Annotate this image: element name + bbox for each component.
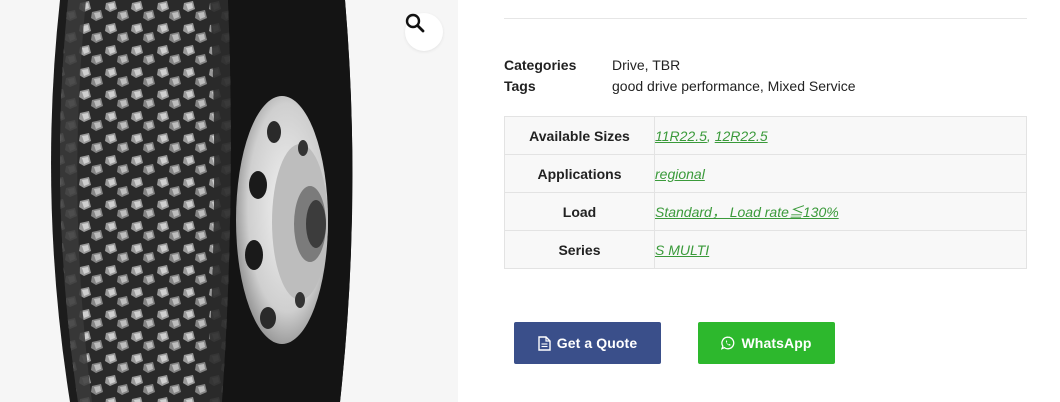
tag-link[interactable]: Mixed Service bbox=[768, 78, 856, 94]
attribute-value: S MULTI bbox=[654, 230, 1027, 269]
tags-label: Tags bbox=[504, 78, 536, 94]
tire-image bbox=[51, 0, 353, 402]
magnifier-icon bbox=[405, 13, 425, 33]
attribute-label: Series bbox=[504, 230, 655, 269]
get-a-quote-label: Get a Quote bbox=[556, 335, 638, 351]
category-link[interactable]: TBR bbox=[652, 57, 680, 73]
size-link[interactable]: 12R22.5 bbox=[715, 128, 768, 144]
table-row: Load Standard， Load rate≦130% bbox=[504, 192, 1027, 231]
attribute-value: Standard， Load rate≦130% bbox=[654, 192, 1027, 231]
document-icon bbox=[538, 335, 551, 351]
categories-value: Drive, TBR bbox=[612, 57, 681, 73]
attribute-value: regional bbox=[654, 154, 1027, 193]
whatsapp-button[interactable]: WhatsApp bbox=[698, 322, 835, 364]
attribute-label: Available Sizes bbox=[504, 116, 655, 155]
application-link[interactable]: regional bbox=[655, 166, 705, 182]
series-link[interactable]: S MULTI bbox=[655, 242, 709, 258]
table-row: Available Sizes 11R22.5, 12R22.5 bbox=[504, 116, 1027, 155]
categories-label: Categories bbox=[504, 57, 577, 73]
tags-value: good drive performance, Mixed Service bbox=[612, 78, 856, 94]
tag-link[interactable]: good drive performance bbox=[612, 78, 760, 94]
summary-divider bbox=[504, 18, 1027, 19]
attribute-label: Applications bbox=[504, 154, 655, 193]
product-attributes-table: Available Sizes 11R22.5, 12R22.5 Applica… bbox=[504, 116, 1027, 269]
whatsapp-label: WhatsApp bbox=[741, 335, 812, 351]
load-link[interactable]: Standard， Load rate≦130% bbox=[655, 204, 839, 220]
table-row: Series S MULTI bbox=[504, 230, 1027, 269]
product-image[interactable] bbox=[0, 0, 458, 402]
zoom-button[interactable] bbox=[405, 13, 443, 51]
table-row: Applications regional bbox=[504, 154, 1027, 193]
category-link[interactable]: Drive bbox=[612, 57, 645, 73]
get-a-quote-button[interactable]: Get a Quote bbox=[514, 322, 661, 364]
attribute-label: Load bbox=[504, 192, 655, 231]
size-link[interactable]: 11R22.5 bbox=[655, 128, 707, 144]
whatsapp-icon bbox=[721, 336, 735, 350]
attribute-value: 11R22.5, 12R22.5 bbox=[654, 116, 1027, 155]
